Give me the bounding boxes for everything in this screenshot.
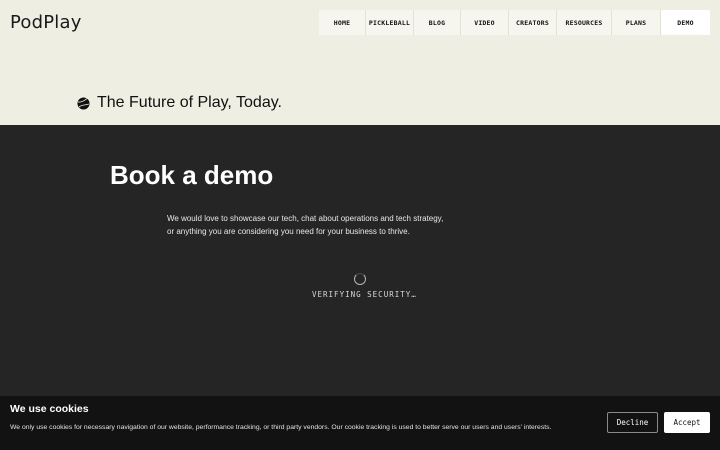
- description-line: We would love to showcase our tech, chat…: [167, 214, 444, 223]
- ball-icon: [77, 96, 90, 110]
- description-line: or anything you are considering you need…: [167, 227, 410, 236]
- tagline: The Future of Play, Today.: [77, 94, 282, 112]
- accept-button[interactable]: Accept: [664, 412, 710, 433]
- main-nav: HOME PICKLEBALL BLOG VIDEO CREATORS RESO…: [319, 10, 710, 35]
- page-title: Book a demo: [110, 160, 274, 190]
- decline-button[interactable]: Decline: [607, 412, 658, 433]
- verification-status: VERIFYING SECURITY…: [312, 290, 417, 299]
- nav-item-pickleball[interactable]: PICKLEBALL: [366, 10, 414, 35]
- cookie-banner-text: We only use cookies for necessary naviga…: [10, 424, 552, 431]
- nav-item-blog[interactable]: BLOG: [414, 10, 461, 35]
- nav-item-demo[interactable]: DEMO: [661, 10, 710, 35]
- nav-item-video[interactable]: VIDEO: [461, 10, 509, 35]
- logo[interactable]: PodPlay: [10, 12, 82, 33]
- loading-spinner-icon: [354, 273, 366, 285]
- nav-item-resources[interactable]: RESOURCES: [557, 10, 612, 35]
- cookie-banner: We use cookies We only use cookies for n…: [0, 396, 720, 450]
- top-section: PodPlay HOME PICKLEBALL BLOG VIDEO CREAT…: [0, 0, 720, 125]
- nav-item-plans[interactable]: PLANS: [612, 10, 661, 35]
- tagline-text: The Future of Play, Today.: [97, 94, 282, 111]
- nav-item-creators[interactable]: CREATORS: [509, 10, 557, 35]
- nav-item-home[interactable]: HOME: [319, 10, 366, 35]
- page-description: We would love to showcase our tech, chat…: [167, 212, 467, 238]
- cookie-banner-title: We use cookies: [10, 403, 89, 415]
